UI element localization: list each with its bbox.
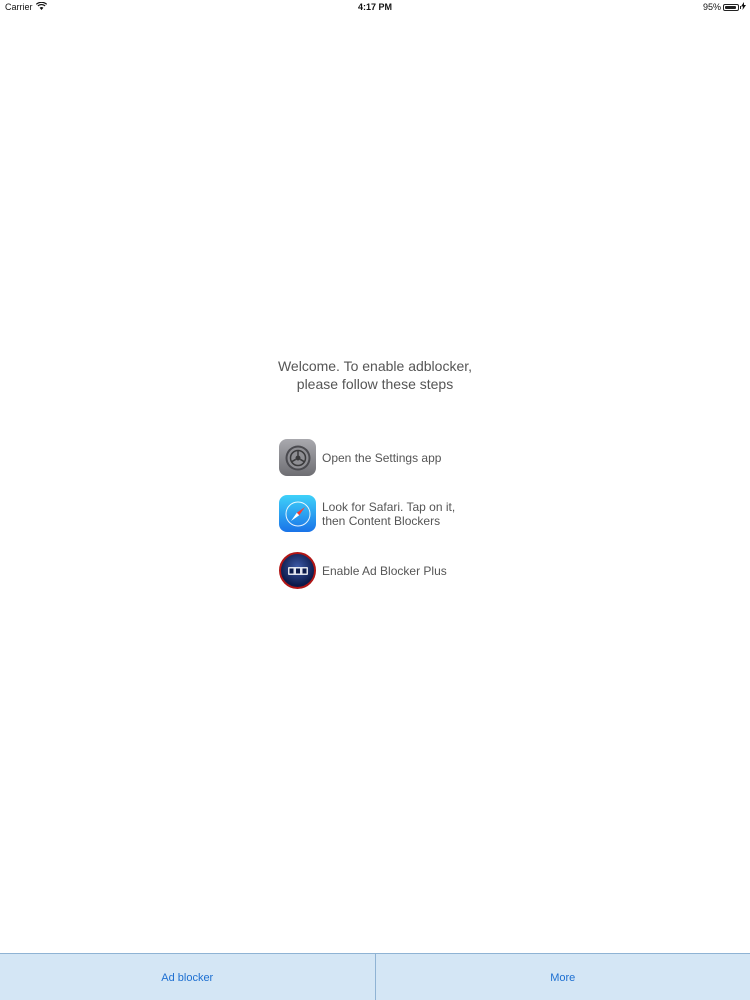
battery-fill (725, 5, 737, 9)
battery-icon (723, 3, 741, 11)
screen: Carrier 4:17 PM 95% Welcome. To enable a… (0, 0, 750, 1000)
charging-bolt-icon (741, 2, 746, 12)
tab-bar: Ad blocker More (0, 953, 750, 1000)
tab-ad-blocker[interactable]: Ad blocker (0, 954, 375, 1000)
tab-more[interactable]: More (376, 954, 750, 1000)
welcome-text: Welcome. To enable adblocker, please fol… (277, 358, 473, 392)
step-text: Open the Settings app (322, 450, 442, 465)
step-enable-ad-blocker-plus: Enable Ad Blocker Plus (279, 552, 479, 589)
step-text: Enable Ad Blocker Plus (322, 563, 447, 578)
step-safari-content-blockers: Look for Safari. Tap on it, then Content… (279, 495, 479, 532)
status-right: 95% (703, 2, 746, 12)
battery-percent: 95% (702, 2, 721, 12)
safari-app-icon (279, 495, 316, 532)
step-text: Look for Safari. Tap on it, then Content… (322, 499, 456, 528)
step-open-settings: Open the Settings app (279, 439, 479, 476)
status-time: 4:17 PM (357, 2, 392, 12)
settings-app-icon (279, 439, 316, 476)
ad-blocker-plus-icon (279, 552, 316, 589)
status-bar: Carrier 4:17 PM 95% (0, 0, 750, 16)
